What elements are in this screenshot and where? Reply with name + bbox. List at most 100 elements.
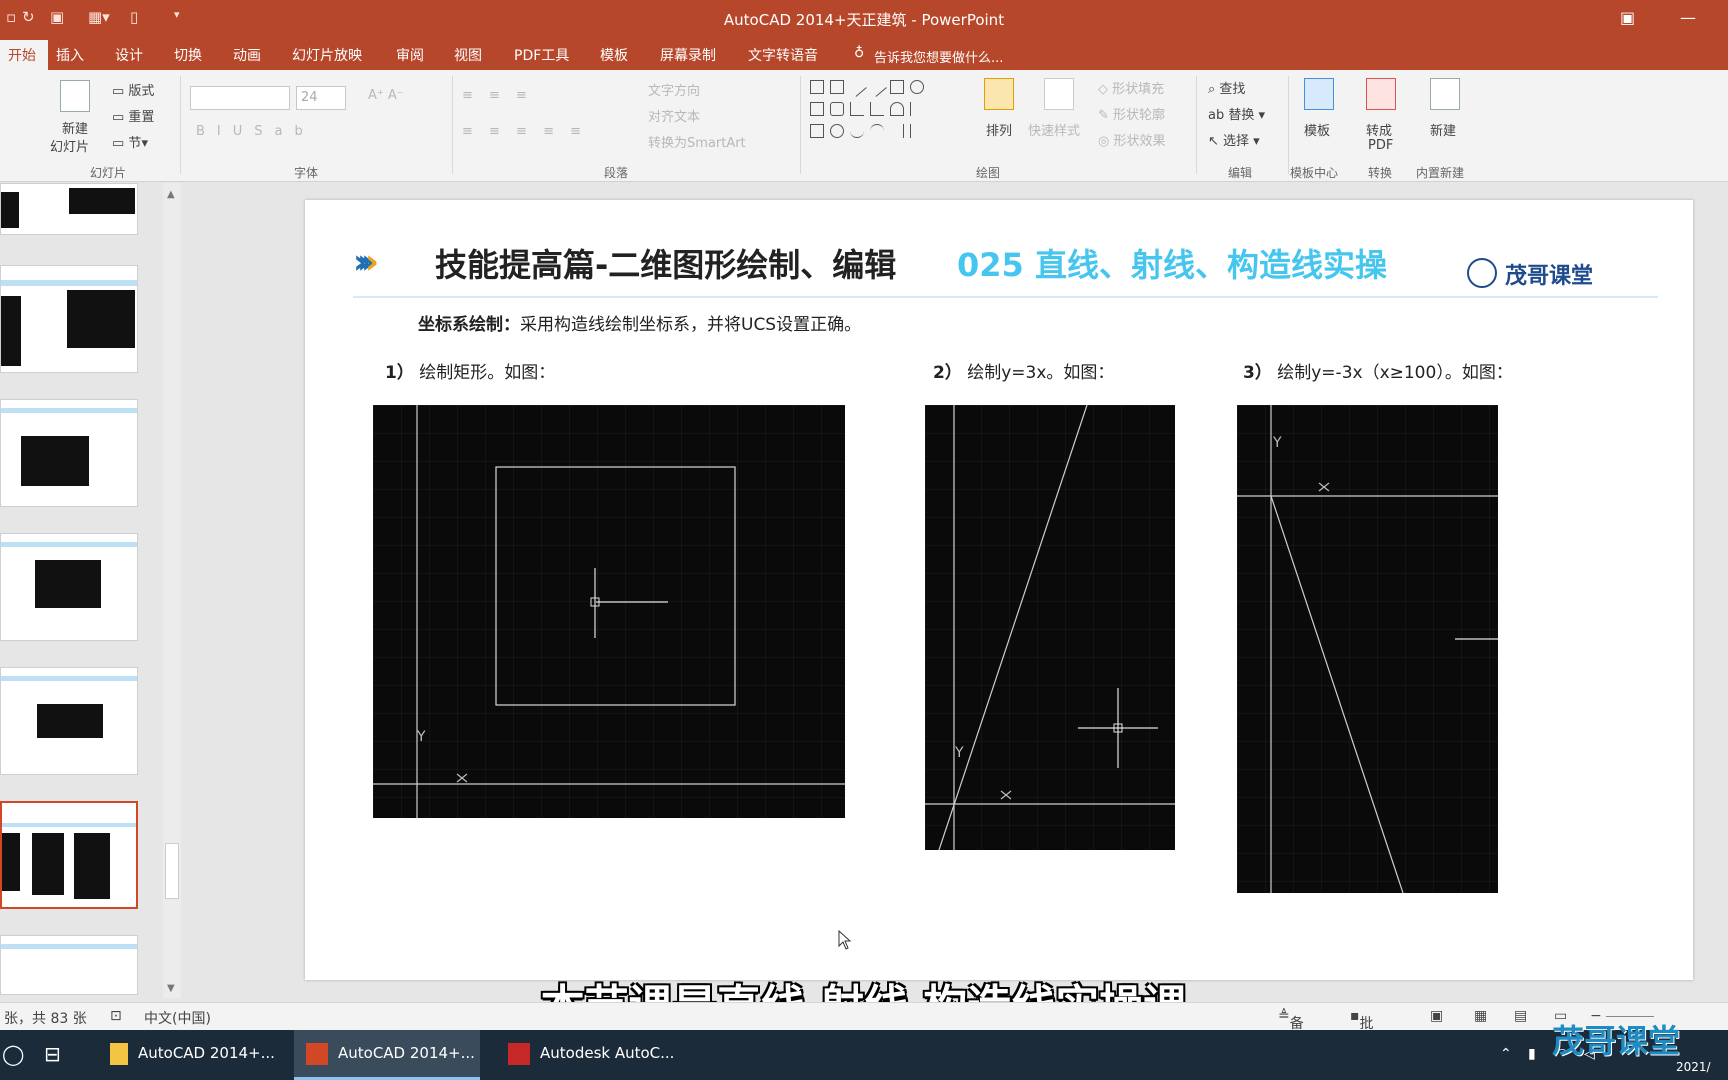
tab-design[interactable]: 设计	[115, 45, 143, 65]
quick-styles-button[interactable]: 快速样式	[1028, 120, 1080, 139]
comments-button[interactable]: ▪ 批注	[1350, 1008, 1374, 1052]
minimize-button[interactable]: —	[1680, 8, 1696, 27]
slide-thumbnail[interactable]	[0, 399, 138, 507]
tray-date[interactable]: 2021/	[1676, 1060, 1711, 1074]
new-doc-large-icon[interactable]	[1430, 78, 1460, 110]
mouse-cursor-icon	[838, 930, 852, 950]
scroll-up-icon[interactable]: ▲	[167, 189, 175, 200]
align-buttons[interactable]: ≡ ≡ ≡ ≡ ≡	[462, 124, 587, 139]
start-search-icon[interactable]: ◯	[2, 1042, 24, 1066]
quick-styles-icon[interactable]	[1044, 78, 1074, 110]
find-button[interactable]: ⌕ 查找	[1208, 78, 1245, 97]
template-button[interactable]: 模板	[1304, 120, 1330, 139]
smartart-button[interactable]: 转换为SmartArt	[648, 132, 746, 151]
title-bar: ▫ ↻ ▣ ▦▾ ▯ ▾ AutoCAD 2014+天正建筑 - PowerPo…	[0, 0, 1728, 38]
reading-view-icon[interactable]: ▤	[1514, 1008, 1527, 1024]
shape-outline-button[interactable]: ✎ 形状轮廓	[1098, 104, 1165, 123]
template-icon[interactable]	[1304, 78, 1334, 110]
tray-chevron-icon[interactable]: ⌃	[1500, 1046, 1512, 1062]
battery-icon[interactable]: ▮	[1528, 1046, 1536, 1062]
tab-tts[interactable]: 文字转语音	[748, 45, 818, 65]
brand-logo-icon	[1467, 258, 1497, 288]
status-bar: 张，共 83 张 ⊡ 中文(中国) ≜ 备注 ▪ 批注 ▣ ▦ ▤ ▭ −	[0, 1002, 1728, 1052]
cad-screenshot-line-3x: Y	[925, 405, 1175, 850]
select-button[interactable]: ↖ 选择 ▾	[1208, 130, 1260, 149]
ribbon-tabs: 开始 插入 设计 切换 动画 幻灯片放映 审阅 视图 PDF工具 模板 屏幕录制…	[0, 38, 1728, 70]
y-axis-label: Y	[416, 729, 426, 745]
task-view-icon[interactable]: ⊟	[44, 1042, 61, 1066]
thumbnail-scrollbar[interactable]: ▲ ▼	[163, 183, 181, 998]
separator	[1196, 76, 1197, 174]
slides-group-label: 幻灯片	[90, 166, 127, 180]
step-1-caption: 1） 绘制矩形。如图：	[385, 363, 556, 383]
tab-screen-record[interactable]: 屏幕录制	[660, 45, 716, 65]
convert-pdf-label[interactable]: PDF	[1368, 138, 1393, 153]
y-axis-label: Y	[954, 745, 964, 761]
slide-thumbnail[interactable]	[0, 667, 138, 775]
slide-thumbnail[interactable]	[0, 183, 138, 235]
font-size-box[interactable]: 24	[296, 86, 346, 110]
reset-button[interactable]: ▭ 重置	[112, 106, 154, 125]
new-slide-button[interactable]: 新建	[62, 118, 88, 137]
new-slide-icon[interactable]	[60, 80, 90, 112]
tab-review[interactable]: 审阅	[396, 45, 424, 65]
separator	[1288, 76, 1289, 174]
heading-divider	[353, 296, 1658, 298]
font-name-box[interactable]	[190, 86, 290, 110]
template-group-label: 模板中心	[1290, 166, 1339, 180]
task-description: 坐标系绘制：采用构造线绘制坐标系，并将UCS设置正确。	[418, 315, 862, 335]
scrollbar-thumb[interactable]	[165, 843, 179, 899]
section-button[interactable]: ▭ 节▾	[112, 132, 148, 151]
step-2-caption: 2） 绘制y=3x。如图：	[933, 363, 1115, 383]
notes-button[interactable]: ≜ 备注	[1278, 1008, 1304, 1052]
tab-slideshow[interactable]: 幻灯片放映	[292, 45, 362, 65]
cad-screenshot-ray-minus-3x: Y	[1237, 405, 1498, 893]
language-indicator[interactable]: 中文(中国)	[144, 1008, 211, 1028]
font-format-buttons[interactable]: BIUSab	[196, 124, 315, 139]
normal-view-icon[interactable]: ▣	[1430, 1008, 1443, 1024]
separator	[180, 76, 181, 174]
builtin-new-button[interactable]: 新建	[1430, 120, 1456, 139]
shape-fill-button[interactable]: ◇ 形状填充	[1098, 78, 1164, 97]
tab-pdf-tools[interactable]: PDF工具	[514, 45, 569, 65]
tab-insert[interactable]: 插入	[56, 45, 84, 65]
tab-templates[interactable]: 模板	[600, 45, 628, 65]
powerpoint-icon	[306, 1043, 328, 1065]
replace-button[interactable]: ab 替换 ▾	[1208, 104, 1265, 123]
list-buttons[interactable]: ≡ ≡ ≡	[462, 88, 533, 103]
brand-watermark: 茂哥课堂	[1552, 1022, 1681, 1060]
slide-heading: 技能提高篇-二维图形绘制、编辑	[435, 246, 897, 284]
slide-canvas[interactable]: ›››› 技能提高篇-二维图形绘制、编辑 025 直线、射线、构造线实操 茂哥课…	[305, 200, 1693, 980]
folder-icon	[110, 1043, 128, 1065]
text-direction-button[interactable]: 文字方向	[648, 80, 700, 99]
tab-home[interactable]: 开始	[0, 40, 48, 70]
tab-view[interactable]: 视图	[454, 45, 482, 65]
arrange-button[interactable]: 排列	[986, 120, 1012, 139]
shape-gallery[interactable]	[808, 77, 958, 146]
convert-pdf-button[interactable]: 转成	[1366, 120, 1392, 139]
taskbar-item-autocad[interactable]: Autodesk AutoC...	[496, 1030, 682, 1080]
layout-button[interactable]: ▭ 版式	[112, 80, 154, 99]
slide-sorter-icon[interactable]: ▦	[1474, 1008, 1487, 1024]
tab-animations[interactable]: 动画	[233, 45, 261, 65]
new-slide-button-label[interactable]: 幻灯片	[50, 136, 89, 155]
editing-group-label: 编辑	[1228, 166, 1253, 180]
taskbar-item-explorer[interactable]: AutoCAD 2014+...	[100, 1030, 280, 1080]
slide-thumbnail-current[interactable]	[0, 801, 138, 909]
spellcheck-icon[interactable]: ⊡	[110, 1008, 122, 1024]
align-text-button[interactable]: 对齐文本	[648, 106, 700, 125]
y-axis-label: Y	[1272, 435, 1282, 451]
shape-effects-button[interactable]: ◎ 形状效果	[1098, 130, 1166, 149]
step-3-caption: 3） 绘制y=-3x（x≥100）。如图：	[1243, 363, 1513, 383]
restore-ribbon-icon[interactable]: ▣	[1620, 8, 1635, 27]
slide-thumbnail[interactable]	[0, 265, 138, 373]
tell-me-search[interactable]: 告诉我您想要做什么...	[874, 47, 1003, 66]
slide-thumbnail-pane[interactable]	[0, 183, 166, 998]
pdf-icon[interactable]	[1366, 78, 1396, 110]
grow-font-icon[interactable]: A⁺ A⁻	[368, 88, 404, 103]
taskbar-item-powerpoint[interactable]: AutoCAD 2014+...	[294, 1030, 480, 1080]
arrange-icon[interactable]	[984, 78, 1014, 110]
slide-thumbnail[interactable]	[0, 533, 138, 641]
slide-subheading: 025 直线、射线、构造线实操	[957, 246, 1387, 284]
tab-transitions[interactable]: 切换	[174, 45, 202, 65]
